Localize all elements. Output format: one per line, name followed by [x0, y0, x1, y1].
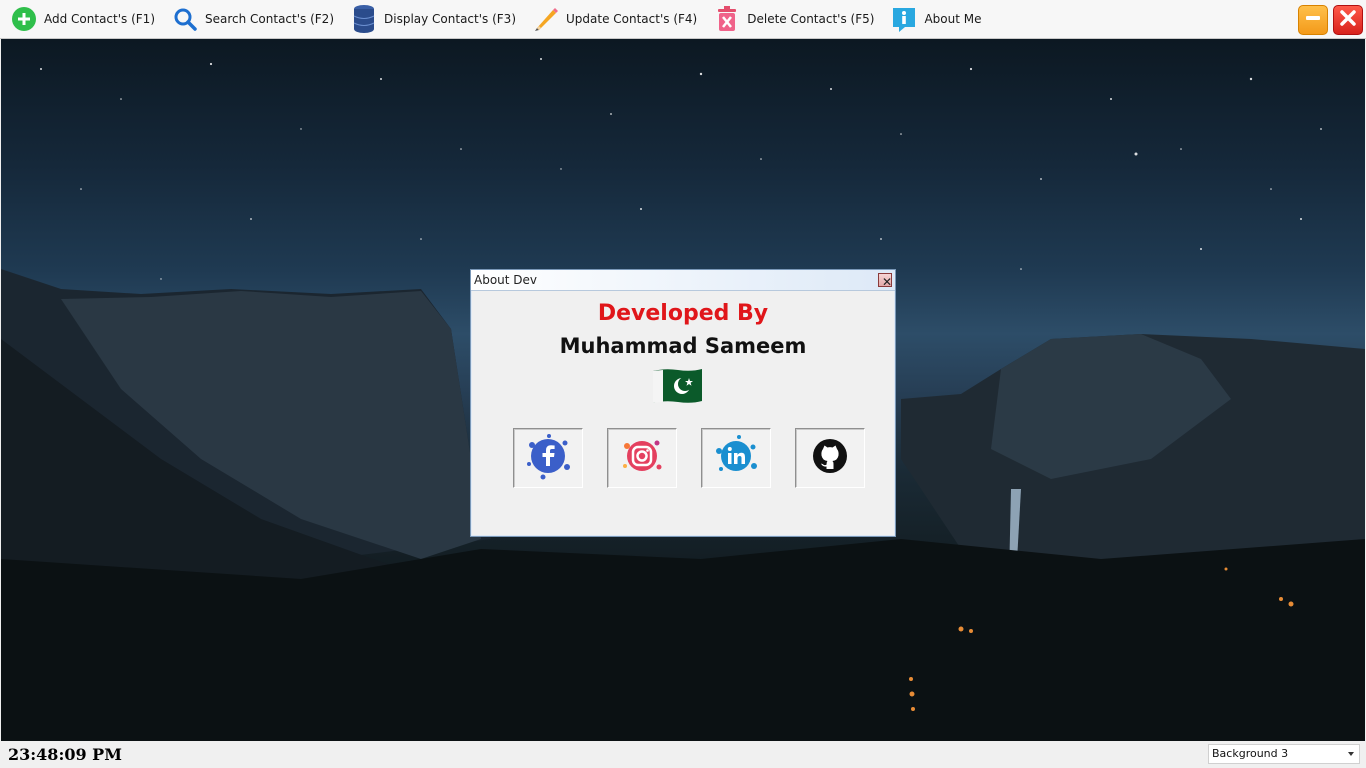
- clock-label: 23:48:09 PM: [8, 745, 122, 764]
- developer-name: Muhammad Sameem: [559, 334, 807, 358]
- info-icon: [890, 5, 918, 33]
- instagram-button[interactable]: [607, 428, 677, 488]
- chevron-down-icon: [1348, 752, 1354, 756]
- update-contact-button[interactable]: Update Contact's (F4): [522, 2, 703, 36]
- pakistan-flag-icon: [651, 367, 704, 405]
- delete-contact-button[interactable]: Delete Contact's (F5): [703, 2, 880, 36]
- facebook-icon: [521, 431, 575, 486]
- search-icon: [171, 5, 199, 33]
- github-button[interactable]: [795, 428, 865, 488]
- delete-contact-label: Delete Contact's (F5): [747, 12, 875, 26]
- linkedin-button[interactable]: [701, 428, 771, 488]
- instagram-icon: [615, 431, 669, 486]
- background-select-value: Background 3: [1212, 747, 1289, 760]
- close-button[interactable]: [1333, 5, 1363, 35]
- search-contact-button[interactable]: Search Contact's (F2): [161, 2, 340, 36]
- add-contact-button[interactable]: Add Contact's (F1): [0, 2, 161, 36]
- minimize-button[interactable]: [1298, 5, 1328, 35]
- display-contact-label: Display Contact's (F3): [384, 12, 516, 26]
- main-toolbar: Add Contact's (F1) Search Contact's (F2)…: [0, 0, 1366, 39]
- background-select[interactable]: Background 3: [1208, 744, 1360, 764]
- minimize-icon: [1304, 9, 1322, 32]
- update-contact-label: Update Contact's (F4): [566, 12, 698, 26]
- trash-icon: [713, 5, 741, 33]
- add-icon: [10, 5, 38, 33]
- facebook-button[interactable]: [513, 428, 583, 488]
- dialog-close-icon: ✕: [882, 275, 893, 289]
- database-icon: [350, 5, 378, 33]
- status-bar: 23:48:09 PM Background 3: [0, 741, 1366, 768]
- pencil-icon: [532, 5, 560, 33]
- search-contact-label: Search Contact's (F2): [205, 12, 334, 26]
- linkedin-icon: [709, 431, 763, 486]
- dialog-titlebar[interactable]: About Dev ✕: [471, 270, 895, 291]
- about-dev-dialog: About Dev ✕ Developed By Muhammad Sameem: [470, 269, 896, 537]
- dialog-close-button[interactable]: ✕: [878, 273, 893, 289]
- github-icon: [810, 436, 850, 481]
- dialog-title: About Dev: [474, 273, 538, 287]
- display-contact-button[interactable]: Display Contact's (F3): [340, 2, 522, 36]
- add-contact-label: Add Contact's (F1): [44, 12, 155, 26]
- close-icon: [1338, 8, 1358, 33]
- about-me-button[interactable]: About Me: [880, 2, 987, 36]
- about-me-label: About Me: [924, 12, 982, 26]
- developed-by-heading: Developed By: [597, 301, 769, 326]
